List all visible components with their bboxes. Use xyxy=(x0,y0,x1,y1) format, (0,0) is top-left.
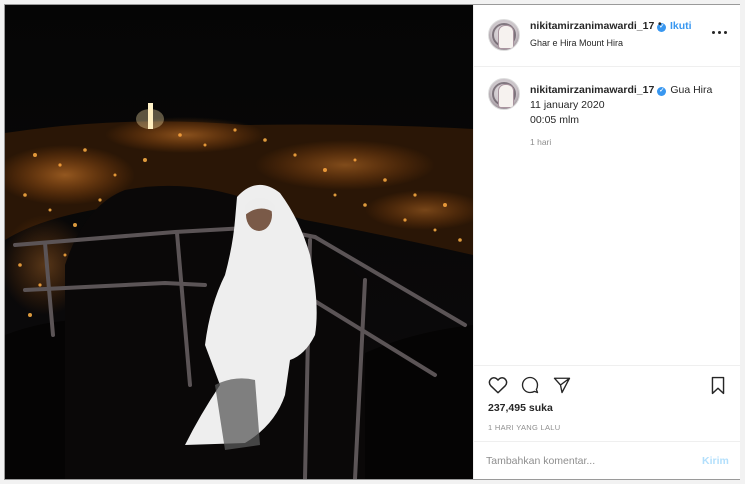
caption-line: 00:05 mlm xyxy=(530,114,580,126)
comment-icon[interactable] xyxy=(520,376,540,394)
post-header: nikitamirzanimawardi_17 ✓ • Ikuti Ghar e … xyxy=(474,5,740,67)
user-avatar[interactable] xyxy=(488,19,520,51)
send-comment-button[interactable]: Kirim xyxy=(702,455,729,467)
heart-icon[interactable] xyxy=(488,376,508,394)
caption-username[interactable]: nikitamirzanimawardi_17 xyxy=(530,84,654,96)
post-actions: 237,495 suka 1 HARI YANG LALU xyxy=(474,365,740,441)
share-icon[interactable] xyxy=(552,376,572,394)
separator-dot: • xyxy=(658,19,662,30)
comment-input[interactable] xyxy=(486,452,676,470)
likes-count[interactable]: 237,495 suka xyxy=(488,402,553,414)
post-timestamp[interactable]: 1 HARI YANG LALU xyxy=(488,423,560,432)
post-photo[interactable] xyxy=(5,5,473,479)
comment-box: Kirim xyxy=(474,441,740,480)
header-username-row: nikitamirzanimawardi_17 ✓ xyxy=(530,20,667,32)
follow-button[interactable]: Ikuti xyxy=(670,20,692,32)
bookmark-icon[interactable] xyxy=(710,376,726,395)
post-side-panel: nikitamirzanimawardi_17 ✓ • Ikuti Ghar e … xyxy=(473,5,740,479)
header-username[interactable]: nikitamirzanimawardi_17 xyxy=(530,20,654,32)
caption-time[interactable]: 1 hari xyxy=(530,137,551,147)
more-options-icon[interactable] xyxy=(712,25,728,39)
avatar-figure xyxy=(498,25,514,49)
caption-text-block: nikitamirzanimawardi_17 ✓ Gua Hira 11 janu… xyxy=(530,83,730,128)
post-dialog: nikitamirzanimawardi_17 ✓ • Ikuti Ghar e … xyxy=(4,4,740,480)
caption-text: Gua Hira xyxy=(670,84,713,96)
caption-line: 11 january 2020 xyxy=(530,99,605,111)
night-city-photo xyxy=(5,5,473,479)
caption-avatar[interactable] xyxy=(488,78,520,110)
verified-badge-icon: ✓ xyxy=(657,87,667,96)
avatar-figure xyxy=(498,84,514,108)
post-location[interactable]: Ghar e Hira Mount Hira xyxy=(530,38,623,48)
